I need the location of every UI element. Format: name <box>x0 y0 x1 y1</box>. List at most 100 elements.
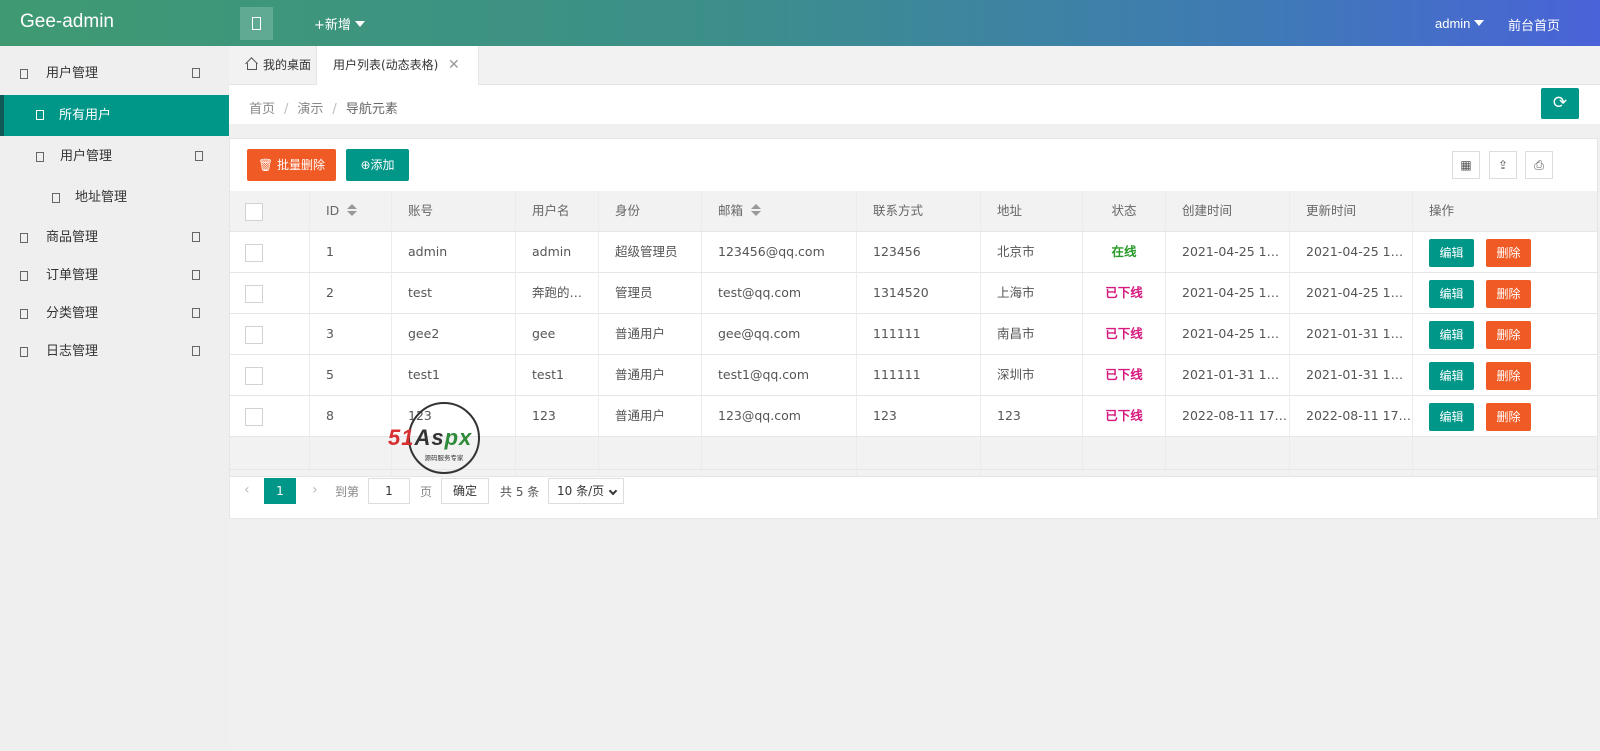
cell-value: admin <box>532 244 572 259</box>
chevron-down-icon <box>608 486 618 496</box>
row-checkbox[interactable] <box>245 325 263 344</box>
column-header-label: 账号 <box>408 203 434 218</box>
cell-value: 123 <box>532 408 556 423</box>
prev-page-icon[interactable]: ‹ <box>244 482 250 498</box>
menu-item-icon <box>36 152 44 162</box>
sidebar-item-user-management[interactable]: 用户管理 <box>0 54 229 94</box>
column-header-label: 邮箱 <box>718 203 744 218</box>
menu-toggle-button[interactable] <box>240 7 273 40</box>
add-new-menu[interactable]: +新增 <box>314 14 365 33</box>
columns-filter-button[interactable]: ▦ <box>1452 151 1480 179</box>
sidebar-item-product-management[interactable]: 商品管理 <box>0 218 229 258</box>
cell-account: gee2 <box>392 314 516 354</box>
cell-value: 8 <box>326 408 334 423</box>
column-header: 地址 <box>981 191 1083 231</box>
tab-home-label: 我的桌面 <box>263 58 312 72</box>
cell-value: test1@qq.com <box>718 367 809 382</box>
cell-created: 2021-04-25 1… <box>1166 314 1290 354</box>
cell-value: 上海市 <box>997 285 1035 300</box>
select-all-checkbox[interactable] <box>245 202 263 221</box>
cell-address: 深圳市 <box>981 355 1083 395</box>
top-header: Gee-admin +新增 admin 前台首页 <box>0 0 1600 46</box>
cell-address: 北京市 <box>981 232 1083 272</box>
tab-user-list[interactable]: 用户列表(动态表格) ✕ <box>316 46 479 85</box>
column-header[interactable]: ID <box>310 191 392 231</box>
sidebar-item-order-management[interactable]: 订单管理 <box>0 256 229 296</box>
watermark-subtitle: 源码服务专家 <box>424 454 464 462</box>
confirm-button[interactable]: 确定 <box>441 478 489 504</box>
sidebar-item-all-users[interactable]: 所有用户 <box>0 95 229 136</box>
edit-button[interactable]: 编辑 <box>1429 320 1474 349</box>
edit-button[interactable]: 编辑 <box>1429 238 1474 267</box>
column-header[interactable]: 邮箱 <box>702 191 857 231</box>
user-menu[interactable]: admin <box>1435 16 1485 31</box>
row-checkbox[interactable] <box>245 243 263 262</box>
column-header-label: 联系方式 <box>873 203 924 218</box>
cell-phone: 123456 <box>857 232 981 272</box>
page-size-select[interactable]: 10 条/页 <box>548 478 624 504</box>
cell-username: test1 <box>516 355 599 395</box>
cell-value: 2021-01-31 1… <box>1306 326 1404 341</box>
cell-updated: 2021-01-31 1… <box>1290 314 1413 354</box>
next-page-icon[interactable]: › <box>312 482 318 498</box>
menu-icon <box>252 17 261 30</box>
sidebar-item-user-management-sub[interactable]: 用户管理 <box>0 137 229 177</box>
delete-button[interactable]: 删除 <box>1486 402 1531 431</box>
app-logo[interactable]: Gee-admin <box>20 11 114 33</box>
column-header-label: 创建时间 <box>1182 203 1233 218</box>
delete-button[interactable]: 删除 <box>1486 320 1531 349</box>
edit-button[interactable]: 编辑 <box>1429 361 1474 390</box>
cell-actions: 编辑 删除 <box>1413 396 1567 436</box>
sidebar-item-label: 用户管理 <box>60 149 113 164</box>
batch-delete-button[interactable]: 🗑 批量删除 <box>247 149 336 181</box>
cell-role: 管理员 <box>599 273 702 313</box>
breadcrumb-item[interactable]: 演示 <box>297 102 323 117</box>
sort-icon[interactable] <box>347 204 358 216</box>
user-name: admin <box>1435 16 1471 31</box>
tab-home[interactable]: 我的桌面 <box>245 46 311 85</box>
grid-icon: ▦ <box>1460 158 1472 172</box>
cell-value: 123 <box>873 408 897 423</box>
cell-username: 123 <box>516 396 599 436</box>
cell-id: 8 <box>310 396 392 436</box>
cell-id: 1 <box>310 232 392 272</box>
edit-button[interactable]: 编辑 <box>1429 402 1474 431</box>
total-count: 共 5 条 <box>500 485 540 499</box>
sidebar-item-log-management[interactable]: 日志管理 <box>0 332 229 372</box>
cell-value: 普通用户 <box>615 367 666 382</box>
edit-button[interactable]: 编辑 <box>1429 279 1474 308</box>
cell-value: 2 <box>326 285 334 300</box>
breadcrumb-item[interactable]: 首页 <box>249 102 275 117</box>
sidebar-item-address-management[interactable]: 地址管理 <box>0 178 229 218</box>
front-home-link[interactable]: 前台首页 <box>1508 15 1560 34</box>
row-checkbox[interactable] <box>245 407 263 426</box>
cell-email: gee@qq.com <box>702 314 857 354</box>
cell-value: 1 <box>326 244 334 259</box>
page-current[interactable]: 1 <box>264 478 296 504</box>
refresh-button[interactable]: ⟳ <box>1541 88 1579 119</box>
row-checkbox[interactable] <box>245 284 263 303</box>
cell-phone: 111111 <box>857 355 981 395</box>
sort-icon[interactable] <box>751 204 762 216</box>
column-header-label: 地址 <box>997 203 1023 218</box>
page-input[interactable]: 1 <box>368 478 410 504</box>
cell-value: 3 <box>326 326 334 341</box>
close-icon[interactable]: ✕ <box>448 46 460 84</box>
export-button[interactable]: ⇪ <box>1489 151 1517 179</box>
cell-role: 普通用户 <box>599 355 702 395</box>
cell-actions: 编辑 删除 <box>1413 314 1567 354</box>
cell-phone: 1314520 <box>857 273 981 313</box>
add-button[interactable]: ⊕添加 <box>346 149 409 181</box>
watermark-logo: 51Aspx 源码服务专家 <box>386 402 506 474</box>
print-button[interactable]: ⎙ <box>1525 151 1553 179</box>
cell-created: 2022-08-11 17… <box>1166 396 1290 436</box>
delete-button[interactable]: 删除 <box>1486 279 1531 308</box>
cell-value: 南昌市 <box>997 326 1035 341</box>
delete-button[interactable]: 删除 <box>1486 238 1531 267</box>
delete-button[interactable]: 删除 <box>1486 361 1531 390</box>
cell-status: 在线 <box>1083 232 1166 272</box>
table-header-row: ID 账号 用户名 身份 邮箱 联系方式 地址 状态 创建时间 更新时间 操作 <box>230 191 1597 232</box>
sidebar-item-label: 所有用户 <box>59 108 112 123</box>
row-checkbox[interactable] <box>245 366 263 385</box>
sidebar-item-category-management[interactable]: 分类管理 <box>0 294 229 334</box>
